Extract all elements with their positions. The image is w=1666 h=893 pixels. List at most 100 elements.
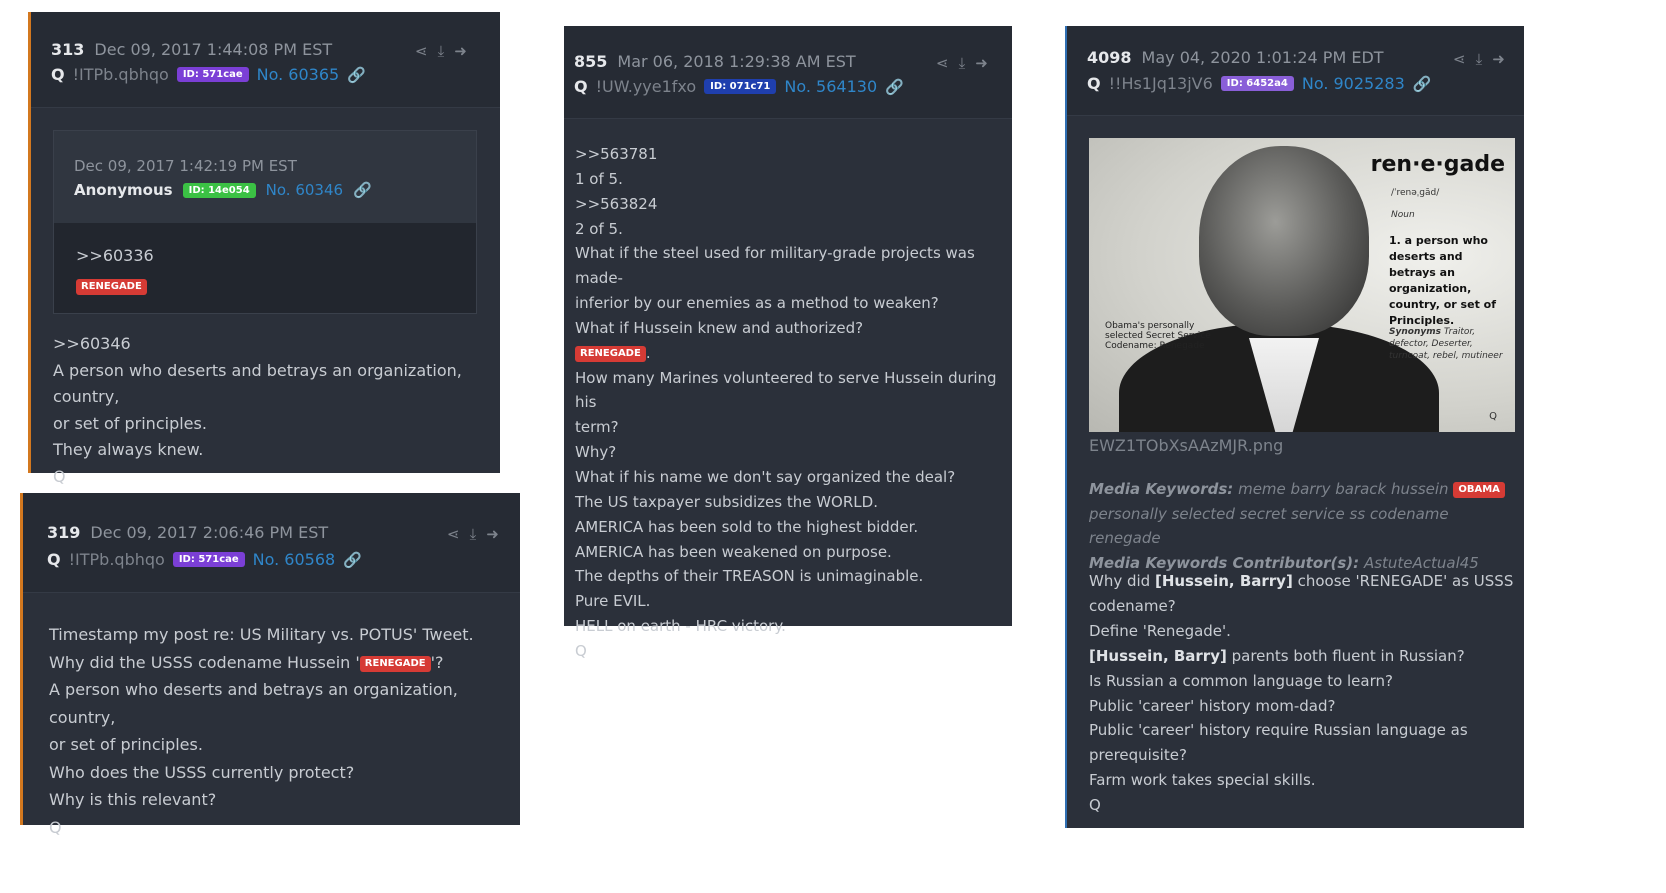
image-synonyms-label: Synonyms bbox=[1389, 327, 1441, 337]
post-date: Mar 06, 2018 1:29:38 AM EST bbox=[617, 52, 856, 71]
tripcode: !UW.yye1fxo bbox=[595, 77, 697, 96]
body-line: Who does the USSS currently protect? bbox=[49, 762, 355, 782]
body-line: Public 'career' history mom-dad? bbox=[1089, 696, 1336, 715]
post-number: 319 bbox=[47, 523, 81, 542]
download-icon[interactable]: ⤓ bbox=[438, 42, 445, 60]
share-icon[interactable]: ⋖ bbox=[415, 42, 428, 60]
post-no-link[interactable]: No. 9025283 bbox=[1302, 74, 1405, 93]
share-icon[interactable]: ⋖ bbox=[447, 525, 460, 543]
download-icon[interactable]: ⤓ bbox=[470, 525, 477, 543]
body-line: Why? bbox=[575, 443, 617, 462]
body-line: RENEGADE. bbox=[575, 341, 1011, 366]
media-keywords: Media Keywords: meme barry barack hussei… bbox=[1089, 477, 1519, 575]
post-no-link[interactable]: No. 60365 bbox=[257, 65, 340, 84]
post-855: 855 Mar 06, 2018 1:29:38 AM EST Q !UW.yy… bbox=[564, 26, 1012, 660]
link-icon[interactable]: 🔗 bbox=[885, 78, 904, 96]
id-badge: ID: 571cae bbox=[176, 67, 249, 82]
body-text: parents both fluent in Russian? bbox=[1226, 646, 1465, 665]
post-date: May 04, 2020 1:01:24 PM EDT bbox=[1141, 48, 1384, 67]
body-text: choose 'RENEGADE' as USSS bbox=[1292, 572, 1514, 590]
renegade-tag: RENEGADE bbox=[359, 655, 431, 672]
signature: Q bbox=[1089, 796, 1101, 815]
download-icon[interactable]: ⤓ bbox=[959, 54, 966, 72]
post-4098: 4098 May 04, 2020 1:01:24 PM EDT Q !!Hs1… bbox=[1065, 26, 1524, 828]
post-date: Dec 09, 2017 1:44:08 PM EST bbox=[94, 40, 333, 59]
renegade-tag: RENEGADE bbox=[575, 345, 646, 362]
body-line: Pure EVIL. bbox=[575, 592, 651, 611]
tripcode: !ITPb.qbhqo bbox=[68, 550, 165, 569]
body-line: HELL on earth - HRC victory. bbox=[575, 617, 786, 636]
image-synonyms: Synonyms Traitor, defector, Deserter, tu… bbox=[1389, 326, 1511, 362]
body-line: Public 'career' history require Russian … bbox=[1089, 721, 1468, 740]
image-filename[interactable]: EWZ1TObXsAAzMJR.png bbox=[1089, 436, 1283, 455]
body-line: Why did the USSS codename Hussein ' RENEG… bbox=[49, 649, 519, 677]
id-badge: ID: 6452a4 bbox=[1220, 76, 1294, 91]
reply-ref[interactable]: >>60346 bbox=[53, 331, 493, 358]
post-no-link[interactable]: No. 564130 bbox=[784, 77, 877, 96]
reply-ref[interactable]: >>563824 bbox=[575, 192, 1011, 217]
body-text: '? bbox=[430, 652, 444, 672]
image-title: ren·e·gade bbox=[1370, 152, 1505, 177]
post-number: 4098 bbox=[1087, 48, 1132, 67]
body-line: 2 of 5. bbox=[575, 219, 623, 238]
reply-ref[interactable]: >>563781 bbox=[575, 142, 1011, 167]
signature: Q bbox=[49, 817, 62, 837]
goto-icon[interactable]: ➜ bbox=[975, 54, 988, 72]
post-date: Dec 09, 2017 2:06:46 PM EST bbox=[90, 523, 329, 542]
body-line: The depths of their TREASON is unimagina… bbox=[575, 567, 924, 586]
body-line: Timestamp my post re: US Military vs. PO… bbox=[49, 625, 474, 644]
quote-ref[interactable]: >>60336 bbox=[76, 243, 154, 270]
image-pronunciation: /ˈrenəˌɡād/ bbox=[1391, 188, 1440, 198]
body-line: AMERICA has been weakened on purpose. bbox=[575, 542, 892, 561]
post-body: Why did [Hussein, Barry] choose 'RENEGAD… bbox=[1089, 569, 1519, 818]
body-line: Define 'Renegade'. bbox=[1089, 621, 1231, 640]
link-icon[interactable]: 🔗 bbox=[347, 66, 366, 84]
post-body: Timestamp my post re: US Military vs. PO… bbox=[49, 621, 519, 841]
post-313: 313 Dec 09, 2017 1:44:08 PM EST Q !ITPb.… bbox=[28, 12, 500, 486]
goto-icon[interactable]: ➜ bbox=[486, 525, 499, 543]
goto-icon[interactable]: ➜ bbox=[454, 42, 467, 60]
download-icon[interactable]: ⤓ bbox=[1476, 50, 1483, 68]
post-number: 313 bbox=[51, 40, 85, 59]
body-line: term? bbox=[575, 418, 619, 437]
link-icon[interactable]: 🔗 bbox=[353, 181, 372, 199]
link-icon[interactable]: 🔗 bbox=[343, 551, 362, 569]
post-body: >>563781 1 of 5. >>563824 2 of 5. What i… bbox=[575, 142, 1011, 664]
image-q-mark: Q bbox=[1489, 411, 1497, 422]
author-name: Q bbox=[574, 77, 588, 96]
keywords-label: Media Keywords: bbox=[1089, 480, 1234, 498]
quote-no-link[interactable]: No. 60346 bbox=[266, 181, 343, 199]
body-text: . bbox=[645, 343, 651, 362]
post-body: >>60346 A person who deserts and betrays… bbox=[53, 331, 493, 490]
body-line: or set of principles. bbox=[53, 413, 207, 433]
post-header: 4098 May 04, 2020 1:01:24 PM EDT Q !!Hs1… bbox=[1067, 26, 1524, 116]
id-badge: ID: 071c71 bbox=[704, 79, 777, 94]
body-line: Is Russian a common language to learn? bbox=[1089, 671, 1393, 690]
body-line: or set of principles. bbox=[49, 735, 203, 754]
author-name: Q bbox=[1087, 74, 1101, 93]
post-319: 319 Dec 09, 2017 2:06:46 PM EST Q !ITPb.… bbox=[20, 493, 520, 837]
share-icon[interactable]: ⋖ bbox=[1453, 50, 1466, 68]
body-bold: [Hussein, Barry] bbox=[1154, 572, 1293, 590]
body-text: Why did bbox=[1089, 572, 1155, 590]
body-line: How many Marines volunteered to serve Hu… bbox=[575, 368, 997, 412]
body-line: The US taxpayer subsidizes the WORLD. bbox=[575, 492, 878, 511]
keywords-line: Media Keywords: meme barry barack hussei… bbox=[1089, 477, 1519, 502]
quote-author: Anonymous bbox=[74, 181, 173, 199]
body-line: What if his name we don't say organized … bbox=[575, 467, 956, 486]
quoted-post: Dec 09, 2017 1:42:19 PM EST Anonymous ID… bbox=[53, 130, 477, 314]
post-no-link[interactable]: No. 60568 bbox=[253, 550, 336, 569]
post-image[interactable]: ren·e·gade /ˈrenəˌɡād/ Noun 1. a person … bbox=[1089, 138, 1515, 432]
keywords-text: personally selected secret service ss co… bbox=[1089, 504, 1449, 548]
body-line: What if the steel used for military-grad… bbox=[575, 244, 975, 288]
body-line: inferior by our enemies as a method to w… bbox=[575, 294, 939, 313]
signature: Q bbox=[575, 641, 587, 660]
body-line: [Hussein, Barry] parents both fluent in … bbox=[1089, 644, 1519, 669]
goto-icon[interactable]: ➜ bbox=[1492, 50, 1505, 68]
link-icon[interactable]: 🔗 bbox=[1413, 75, 1432, 93]
body-line: They always knew. bbox=[53, 440, 204, 459]
quote-date: Dec 09, 2017 1:42:19 PM EST bbox=[74, 157, 297, 175]
share-icon[interactable]: ⋖ bbox=[936, 54, 949, 72]
body-line: A person who deserts and betrays an orga… bbox=[53, 360, 462, 407]
tripcode: !ITPb.qbhqo bbox=[72, 65, 169, 84]
